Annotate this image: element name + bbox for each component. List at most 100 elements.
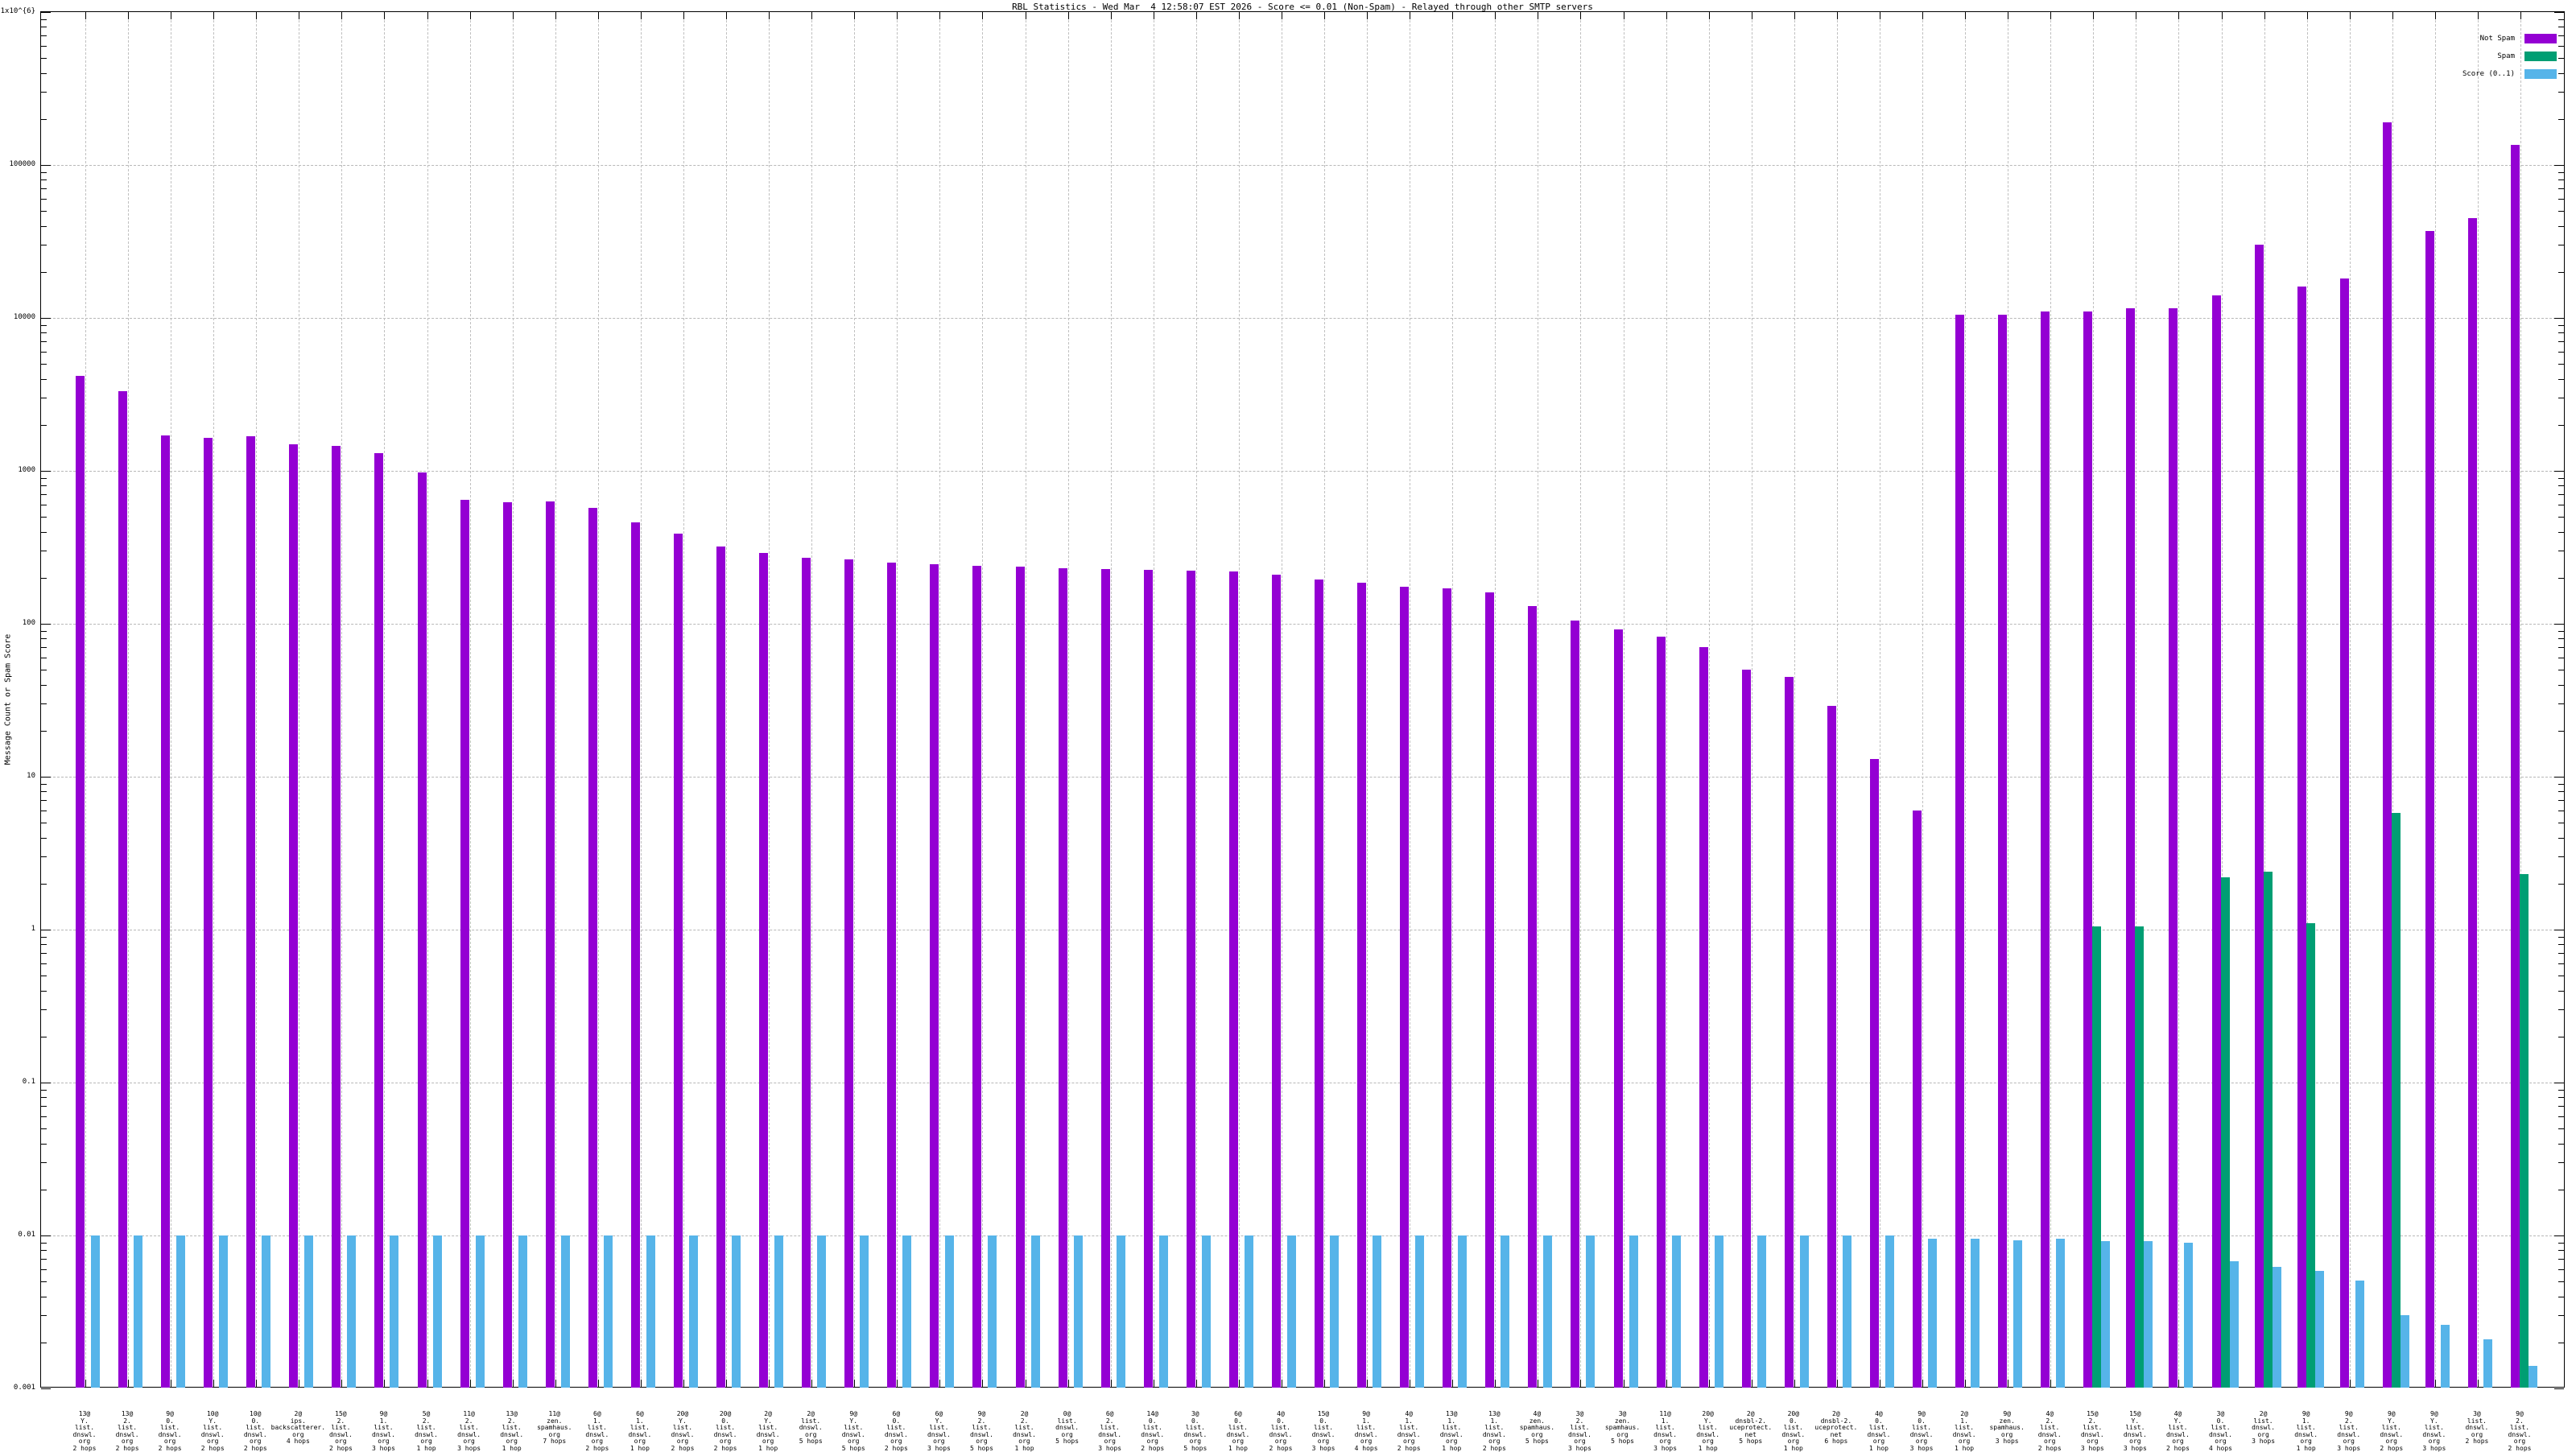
y-tick-minor xyxy=(2558,485,2564,487)
x-tick-bottom xyxy=(1238,1380,1240,1387)
bar-not-spam xyxy=(673,533,683,1388)
bar-not-spam xyxy=(2511,145,2520,1388)
x-tick-bottom xyxy=(213,1380,215,1387)
x-tick-bottom xyxy=(1666,1380,1667,1387)
y-tick-minor xyxy=(41,341,47,343)
x-tick-top xyxy=(640,12,642,19)
bar-spam xyxy=(2135,926,2145,1388)
x-tick-top xyxy=(1836,12,1838,19)
x-tick-bottom xyxy=(769,1380,770,1387)
y-tick-minor xyxy=(2558,1089,2564,1091)
bar-score xyxy=(1073,1235,1083,1388)
y-tick-label: 1000 xyxy=(18,466,35,474)
x-tick-bottom xyxy=(2349,1380,2351,1387)
x-tick-bottom xyxy=(1367,1380,1368,1387)
y-tick-major xyxy=(41,1235,51,1236)
bar-score xyxy=(2355,1280,2364,1388)
y-tick-major xyxy=(41,165,51,166)
y-tick-minor xyxy=(41,1116,47,1118)
x-tick-bottom xyxy=(85,1380,86,1387)
x-tick-top xyxy=(2520,12,2521,19)
y-tick-minor xyxy=(41,1315,47,1317)
y-tick-minor xyxy=(41,837,47,839)
y-tick-minor xyxy=(2558,703,2564,705)
group-gridline xyxy=(469,12,471,1387)
group-gridline xyxy=(213,12,215,1387)
x-tick-bottom xyxy=(897,1380,898,1387)
x-tick-top xyxy=(427,12,428,19)
y-tick-minor xyxy=(41,856,47,858)
bar-not-spam xyxy=(417,472,427,1388)
y-tick-minor xyxy=(2558,92,2564,93)
bar-score xyxy=(432,1235,442,1388)
y-tick-minor xyxy=(2558,341,2564,343)
bar-score xyxy=(1330,1235,1340,1388)
group-gridline xyxy=(982,12,984,1387)
bar-not-spam xyxy=(1271,574,1281,1388)
y-tick-minor xyxy=(2558,324,2564,326)
x-tick-bottom xyxy=(2477,1380,2479,1387)
bar-score xyxy=(1373,1235,1382,1388)
x-tick-bottom xyxy=(1922,1380,1924,1387)
group-gridline xyxy=(897,12,898,1387)
y-tick-major xyxy=(41,1388,51,1389)
y-tick-minor xyxy=(41,577,47,579)
y-tick-minor xyxy=(2558,856,2564,858)
y-tick-major xyxy=(2554,624,2564,625)
y-tick-minor xyxy=(41,990,47,992)
x-tick-bottom xyxy=(2178,1380,2180,1387)
y-tick-major xyxy=(41,777,51,778)
y-tick-minor xyxy=(41,800,47,802)
bar-spam xyxy=(2520,874,2529,1388)
x-tick-bottom xyxy=(1794,1380,1795,1387)
bar-score xyxy=(1799,1235,1809,1388)
bar-score xyxy=(945,1235,955,1388)
legend-label: Not Spam xyxy=(2479,35,2515,43)
x-tick-top xyxy=(683,12,684,19)
x-tick-top xyxy=(1580,12,1582,19)
group-gridline xyxy=(1495,12,1496,1387)
bar-not-spam xyxy=(1827,706,1836,1388)
group-gridline xyxy=(1708,12,1710,1387)
x-tick-bottom xyxy=(1708,1380,1710,1387)
y-tick-minor xyxy=(41,638,47,640)
x-tick-top xyxy=(1708,12,1710,19)
x-tick-top xyxy=(854,12,856,19)
x-tick-bottom xyxy=(2050,1380,2052,1387)
x-tick-bottom xyxy=(1495,1380,1496,1387)
bar-not-spam xyxy=(802,558,811,1388)
bar-not-spam xyxy=(1443,588,1452,1388)
group-gridline xyxy=(1324,12,1326,1387)
y-tick-minor xyxy=(2558,990,2564,992)
bar-score xyxy=(518,1235,527,1388)
y-tick-minor xyxy=(2558,352,2564,353)
bar-score xyxy=(902,1235,912,1388)
x-tick-top xyxy=(769,12,770,19)
y-tick-minor xyxy=(41,58,47,60)
y-tick-minor xyxy=(2558,199,2564,200)
y-tick-label: 100 xyxy=(22,619,35,627)
y-tick-minor xyxy=(2558,800,2564,802)
bar-score xyxy=(2013,1240,2023,1388)
bar-score xyxy=(2101,1240,2111,1388)
y-tick-minor xyxy=(2558,494,2564,496)
bar-score xyxy=(2056,1239,2066,1388)
group-gridline xyxy=(1067,12,1069,1387)
group-gridline xyxy=(1580,12,1582,1387)
bar-not-spam xyxy=(1998,314,2008,1388)
y-tick-minor xyxy=(41,35,47,37)
legend-swatch xyxy=(2524,69,2557,79)
x-tick-top xyxy=(469,12,471,19)
x-tick-top xyxy=(2349,12,2351,19)
x-tick-top xyxy=(213,12,215,19)
y-tick-minor xyxy=(41,92,47,93)
x-tick-bottom xyxy=(683,1380,684,1387)
x-tick-top xyxy=(2264,12,2265,19)
y-tick-major xyxy=(2554,12,2564,13)
x-tick-bottom xyxy=(2434,1380,2436,1387)
rbl-statistics-chart: { "title": "RBL Statistics - Wed Mar 4 1… xyxy=(0,0,2576,1451)
x-tick-top xyxy=(2221,12,2223,19)
group-gridline xyxy=(597,12,599,1387)
group-gridline xyxy=(2477,12,2479,1387)
bar-score xyxy=(860,1235,869,1388)
